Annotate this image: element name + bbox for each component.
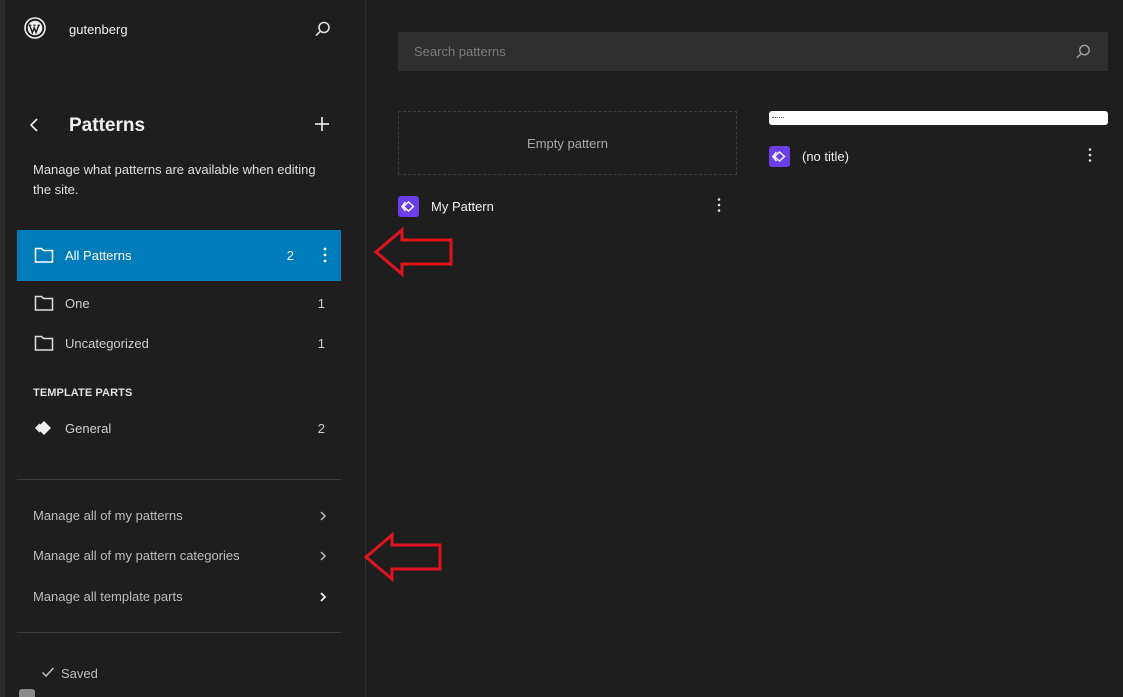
- sidebar-item-label: Uncategorized: [65, 335, 149, 351]
- page-title: Patterns: [69, 115, 146, 136]
- sidebar-item-label: General: [65, 420, 112, 436]
- pattern-preview-text: Empty pattern: [527, 135, 608, 151]
- chevron-right-icon: [320, 592, 327, 602]
- folder-icon: [34, 295, 54, 311]
- check-icon: [41, 667, 55, 678]
- site-name[interactable]: gutenberg: [69, 22, 128, 37]
- manage-link-label: Manage all of my patterns: [33, 508, 183, 523]
- pattern-preview[interactable]: Empty pattern: [398, 111, 737, 175]
- sidebar-item-one[interactable]: One 1: [17, 283, 341, 323]
- sidebar-item-count: 2: [286, 248, 294, 263]
- sidebar-item-uncategorized[interactable]: Uncategorized 1: [17, 323, 341, 363]
- template-parts-heading: TEMPLATE PARTS: [33, 387, 133, 399]
- manage-link-label: Manage all template parts: [33, 589, 183, 604]
- sidebar-item-general[interactable]: General 2: [17, 408, 341, 448]
- sidebar-item-label: All Patterns: [65, 248, 132, 263]
- manage-template-parts-link[interactable]: Manage all template parts: [17, 579, 341, 615]
- search-icon[interactable]: [1075, 43, 1092, 60]
- annotation-arrow-icon: [363, 531, 442, 583]
- manage-pattern-categories-link[interactable]: Manage all of my pattern categories: [17, 538, 341, 574]
- sidebar-item-count: 1: [317, 295, 325, 311]
- manage-link-label: Manage all of my pattern categories: [33, 548, 240, 563]
- divider: [17, 632, 341, 633]
- manage-patterns-link[interactable]: Manage all of my patterns: [17, 498, 341, 534]
- pattern-title-row: (no title): [769, 144, 849, 168]
- kebab-menu-icon[interactable]: [1088, 147, 1092, 163]
- avatar: [19, 689, 35, 697]
- pattern-title[interactable]: My Pattern: [431, 199, 494, 214]
- folder-icon: [34, 247, 54, 263]
- folder-icon: [34, 335, 54, 351]
- search-icon[interactable]: [314, 20, 332, 38]
- sidebar: gutenberg Patterns Manage what patterns …: [5, 0, 365, 697]
- preview-placeholder-line: [772, 117, 784, 118]
- sidebar-item-count: 1: [317, 335, 325, 351]
- kebab-menu-icon[interactable]: [717, 197, 721, 213]
- sidebar-item-all-patterns[interactable]: All Patterns 2: [17, 230, 341, 281]
- pattern-icon: [401, 200, 415, 212]
- pattern-title-row: My Pattern: [398, 194, 494, 218]
- wordpress-logo-icon[interactable]: [24, 17, 46, 39]
- pattern-icon: [772, 150, 786, 162]
- chevron-right-icon: [320, 511, 327, 521]
- divider: [17, 479, 341, 480]
- save-status-label: Saved: [61, 666, 98, 681]
- plus-icon[interactable]: [313, 115, 331, 133]
- kebab-menu-icon[interactable]: [323, 246, 327, 264]
- back-chevron-icon[interactable]: [27, 115, 43, 135]
- pattern-preview[interactable]: [769, 111, 1108, 125]
- sidebar-item-label: One: [65, 295, 90, 311]
- pattern-badge: [769, 145, 790, 167]
- template-part-icon: [34, 421, 51, 435]
- search-input[interactable]: [398, 32, 1108, 71]
- search-field[interactable]: [398, 32, 1108, 71]
- annotation-arrow-icon: [373, 226, 453, 278]
- chevron-right-icon: [320, 551, 327, 561]
- save-status: Saved: [41, 666, 98, 681]
- pattern-title[interactable]: (no title): [802, 149, 849, 164]
- pattern-badge: [398, 195, 419, 217]
- sidebar-item-count: 2: [317, 420, 325, 436]
- page-description: Manage what patterns are available when …: [33, 162, 316, 197]
- main-content: Empty pattern My Pattern (no title): [366, 0, 1123, 697]
